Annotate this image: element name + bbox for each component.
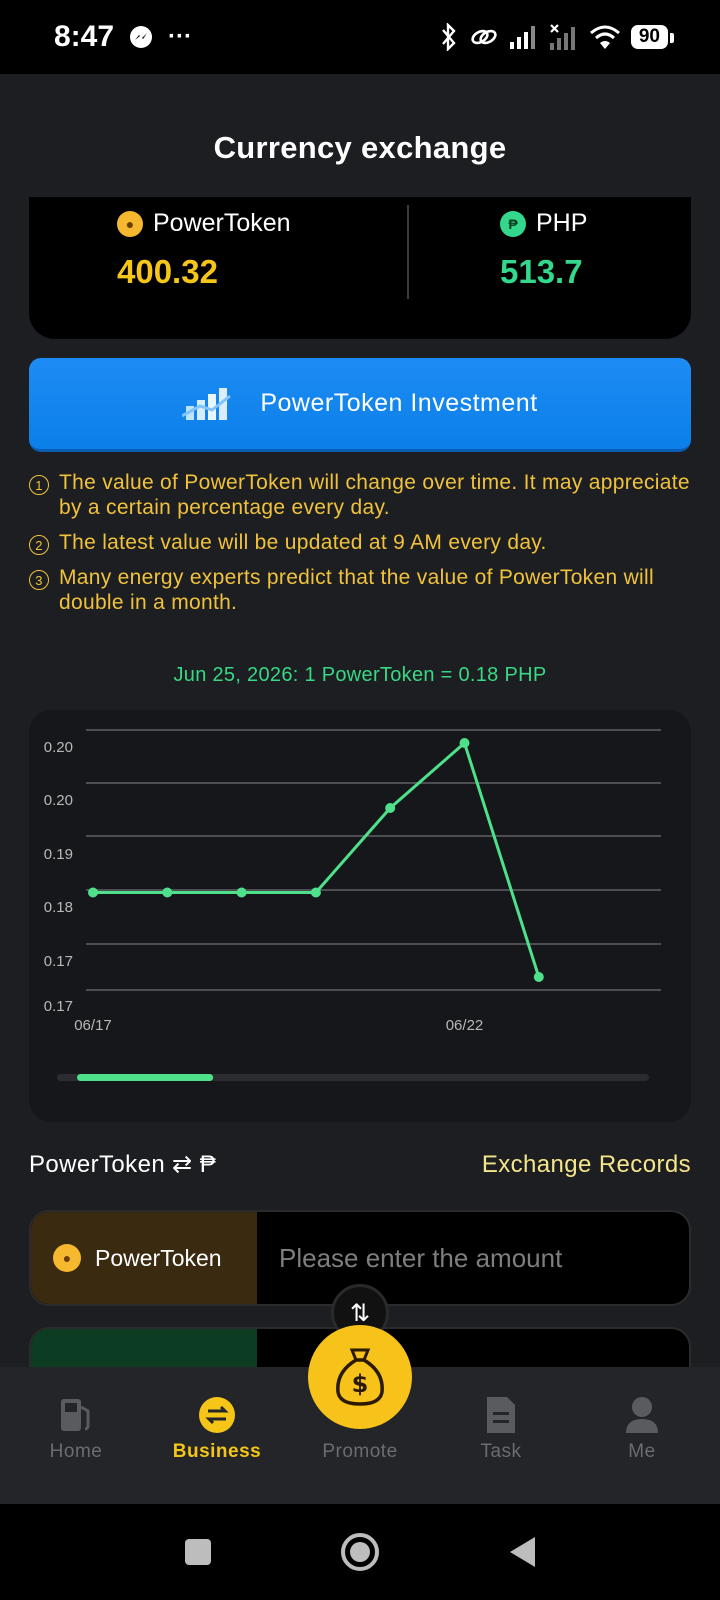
money-bag-icon: $ xyxy=(336,1348,384,1406)
note-number: 3 xyxy=(29,570,49,590)
data-point xyxy=(310,887,321,898)
investment-chart-icon xyxy=(182,387,232,420)
gas-pump-icon xyxy=(61,1399,90,1431)
exchange-records-link[interactable]: Exchange Records xyxy=(482,1151,691,1179)
y-tick-label: 0.18 xyxy=(44,899,73,916)
y-tick-label: 0.17 xyxy=(44,953,73,970)
document-icon xyxy=(487,1397,515,1433)
powertoken-investment-button[interactable]: PowerToken Investment xyxy=(29,358,691,452)
nav-label-task: Task xyxy=(480,1441,522,1462)
data-point xyxy=(88,887,98,898)
page-title: Currency exchange xyxy=(213,130,507,165)
swap-arrows-icon: ⇅ xyxy=(349,1299,371,1327)
investment-button-label: PowerToken Investment xyxy=(260,389,538,417)
amount-input[interactable]: Please enter the amount xyxy=(257,1212,689,1304)
balance-card: ● PowerToken 400.32 ₱ PHP 513.7 xyxy=(29,197,691,339)
nav-label-home: Home xyxy=(49,1441,103,1462)
nav-item-home[interactable]: Home xyxy=(6,1367,146,1463)
x-tick-label: 06/17 xyxy=(74,1017,112,1034)
battery-icon: 90 xyxy=(630,25,675,49)
php-coin-icon: ₱ xyxy=(500,210,526,237)
wifi-icon xyxy=(589,25,620,49)
powertoken-coin-icon: ● xyxy=(117,210,143,237)
status-time: 8:47 xyxy=(54,20,115,53)
exchange-header: PowerToken ⇄ ₱ Exchange Records xyxy=(29,1150,691,1179)
status-bar: 8:47 ··· 90 xyxy=(0,0,720,74)
series-line xyxy=(93,740,541,978)
nav-item-me[interactable]: Me xyxy=(572,1367,712,1463)
nav-item-task[interactable]: Task xyxy=(431,1367,571,1463)
system-navigation-bar xyxy=(0,1504,720,1600)
price-chart: 0.200.200.190.180.170.1706/17 06/22 xyxy=(44,729,661,1081)
note-text: The latest value will be updated at 9 AM… xyxy=(59,531,547,554)
note-item: 3 Many energy experts predict that the v… xyxy=(29,565,691,615)
nav-label-me: Me xyxy=(628,1441,656,1462)
more-dots-icon: ··· xyxy=(168,23,193,50)
note-number: 1 xyxy=(29,475,49,495)
powertoken-coin-icon: ● xyxy=(53,1244,81,1272)
x-tick-label: 06/22 xyxy=(446,1017,484,1034)
y-tick-label: 0.19 xyxy=(44,846,73,863)
data-point xyxy=(385,803,396,813)
exchange-pair-label: PowerToken ⇄ ₱ xyxy=(29,1151,217,1178)
powertoken-label: PowerToken xyxy=(153,209,291,237)
y-tick-label: 0.17 xyxy=(44,998,73,1015)
messenger-icon xyxy=(130,26,153,48)
recents-button[interactable] xyxy=(183,1537,213,1567)
exchange-rate-text: Jun 25, 2026: 1 PowerToken = 0.18 PHP xyxy=(173,664,547,686)
price-chart-card: 0.20 0.20 0.19 0.18 0.17 0.17 06/17 06/22 xyxy=(29,710,691,1122)
y-tick-label: 0.20 xyxy=(44,739,73,756)
bluetooth-icon xyxy=(441,23,456,51)
nav-label-promote: Promote xyxy=(322,1441,398,1462)
svg-text:$: $ xyxy=(352,1370,369,1398)
data-point xyxy=(459,738,470,748)
php-label: PHP xyxy=(536,209,588,237)
signal-no-service-icon xyxy=(549,24,575,50)
data-point xyxy=(236,887,247,898)
note-item: 1 The value of PowerToken will change ov… xyxy=(29,470,691,520)
person-icon xyxy=(626,1397,658,1433)
link-icon xyxy=(471,29,497,45)
chart-scrollbar-thumb xyxy=(77,1074,214,1081)
data-point xyxy=(533,972,544,982)
nav-item-business[interactable]: Business xyxy=(147,1367,287,1463)
notes-list: 1 The value of PowerToken will change ov… xyxy=(29,470,691,625)
powertoken-balance: ● PowerToken 400.32 xyxy=(29,197,360,339)
from-currency-label: ● PowerToken xyxy=(31,1212,257,1304)
php-balance-value: 513.7 xyxy=(500,253,583,290)
signal-icon xyxy=(509,26,535,49)
php-balance: ₱ PHP 513.7 xyxy=(360,197,691,339)
note-item: 2 The latest value will be updated at 9 … xyxy=(29,530,691,555)
promote-button[interactable]: $ xyxy=(308,1325,412,1429)
back-button[interactable] xyxy=(507,1535,537,1569)
powertoken-balance-value: 400.32 xyxy=(117,253,218,290)
from-currency-name: PowerToken xyxy=(95,1244,222,1271)
nav-label-business: Business xyxy=(172,1441,262,1462)
home-button[interactable] xyxy=(339,1531,381,1573)
y-tick-label: 0.20 xyxy=(44,792,73,809)
note-number: 2 xyxy=(29,535,49,555)
exchange-icon xyxy=(199,1397,235,1433)
data-point xyxy=(162,887,173,898)
note-text: The value of PowerToken will change over… xyxy=(59,471,690,519)
note-text: Many energy experts predict that the val… xyxy=(59,566,654,614)
